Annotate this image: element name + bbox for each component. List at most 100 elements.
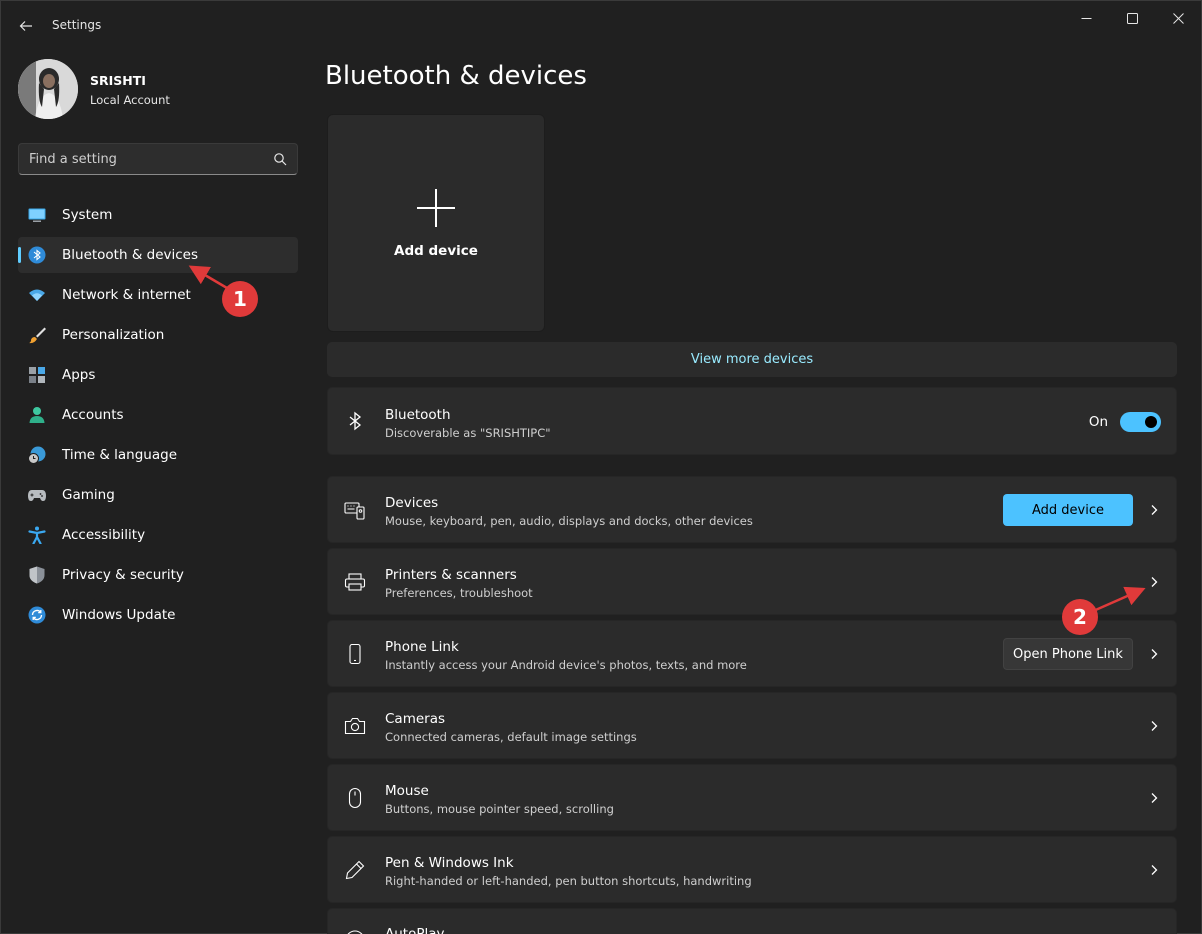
bluetooth-title: Bluetooth — [385, 407, 451, 423]
shield-icon — [29, 566, 45, 584]
search-icon[interactable] — [273, 152, 287, 166]
chevron-right-icon — [1151, 505, 1158, 515]
close-icon — [1172, 12, 1184, 24]
mouse-row[interactable]: Mouse Buttons, mouse pointer speed, scro… — [327, 764, 1177, 831]
avatar[interactable] — [18, 59, 78, 119]
sidebar-item-label: Windows Update — [62, 607, 176, 623]
autoplay-icon — [347, 930, 363, 934]
search-box[interactable] — [18, 143, 298, 175]
cameras-subtitle: Connected cameras, default image setting… — [385, 730, 637, 744]
title-bar: Settings — [1, 1, 1201, 49]
sidebar-item-label: Accessibility — [62, 527, 146, 543]
page-title: Bluetooth & devices — [325, 61, 587, 91]
accessibility-icon — [28, 526, 46, 544]
add-device-tile-label: Add device — [394, 243, 478, 259]
user-profile[interactable]: SRISHTI Local Account — [18, 59, 298, 119]
mouse-icon — [348, 787, 362, 809]
sidebar-item-time-language[interactable]: Time & language — [18, 437, 298, 473]
chevron-right-icon[interactable] — [1148, 576, 1160, 588]
devices-row[interactable]: Devices Mouse, keyboard, pen, audio, dis… — [327, 476, 1177, 543]
sidebar-item-gaming[interactable]: Gaming — [18, 477, 298, 513]
plus-icon — [417, 189, 455, 227]
annotation-badge-2: 2 — [1062, 599, 1098, 635]
pen-icon — [345, 860, 365, 880]
profile-name: SRISHTI — [90, 73, 146, 88]
sidebar-item-label: Time & language — [62, 447, 178, 463]
printers-scanners-row[interactable]: Printers & scanners Preferences, trouble… — [327, 548, 1177, 615]
sidebar-item-privacy-security[interactable]: Privacy & security — [18, 557, 298, 593]
sidebar-nav: System Bluetooth & devices Network & int… — [18, 197, 298, 637]
cameras-row[interactable]: Cameras Connected cameras, default image… — [327, 692, 1177, 759]
back-button[interactable] — [11, 11, 41, 41]
sidebar-item-label: Bluetooth & devices — [62, 247, 199, 263]
bluetooth-icon — [28, 246, 46, 264]
update-icon — [28, 606, 46, 624]
pen-title: Pen & Windows Ink — [385, 855, 514, 871]
chevron-right-icon — [1151, 649, 1158, 659]
minimize-icon — [1081, 17, 1091, 19]
close-button[interactable] — [1155, 1, 1201, 35]
printers-subtitle: Preferences, troubleshoot — [385, 586, 533, 600]
search-input[interactable] — [29, 150, 259, 168]
open-phone-link-button[interactable]: Open Phone Link — [1003, 638, 1133, 670]
sidebar-item-accessibility[interactable]: Accessibility — [18, 517, 298, 553]
bluetooth-subtitle: Discoverable as "SRISHTIPC" — [385, 426, 551, 440]
sidebar-item-label: Apps — [62, 367, 96, 383]
sidebar-item-label: Accounts — [62, 407, 124, 423]
sidebar-item-system[interactable]: System — [18, 197, 298, 233]
sidebar-item-windows-update[interactable]: Windows Update — [18, 597, 298, 633]
sidebar-item-label: Privacy & security — [62, 567, 184, 583]
printers-title: Printers & scanners — [385, 567, 517, 583]
devices-title: Devices — [385, 495, 439, 511]
sidebar-item-bluetooth-devices[interactable]: Bluetooth & devices — [18, 237, 298, 273]
settings-window: Settings SRISHTI Local Account Find a se… — [0, 0, 1202, 934]
camera-icon — [344, 717, 366, 735]
autoplay-row[interactable]: AutoPlay — [327, 908, 1177, 934]
view-more-devices-label: View more devices — [690, 352, 814, 367]
monitor-icon — [28, 208, 46, 222]
profile-account-type: Local Account — [90, 93, 170, 107]
maximize-icon — [1126, 12, 1138, 24]
autoplay-title: AutoPlay — [385, 926, 445, 934]
mouse-subtitle: Buttons, mouse pointer speed, scrolling — [385, 802, 614, 816]
brush-icon — [29, 327, 46, 344]
sidebar-item-label: Gaming — [62, 487, 115, 503]
printer-icon — [344, 573, 366, 591]
pen-subtitle: Right-handed or left-handed, pen button … — [385, 874, 752, 888]
bluetooth-icon — [349, 411, 362, 431]
chevron-right-icon — [1151, 793, 1158, 803]
sidebar-item-label: Personalization — [62, 327, 165, 343]
person-icon — [29, 407, 45, 423]
sidebar-item-label: Network & internet — [62, 287, 191, 303]
sidebar-item-apps[interactable]: Apps — [18, 357, 298, 393]
apps-icon — [29, 367, 45, 383]
gamepad-icon — [28, 490, 46, 501]
sidebar-item-personalization[interactable]: Personalization — [18, 317, 298, 353]
phone-link-title: Phone Link — [385, 639, 459, 655]
phone-icon — [349, 643, 361, 665]
wifi-icon — [29, 289, 45, 301]
back-arrow-icon — [19, 21, 32, 31]
chevron-right-icon — [1151, 721, 1158, 731]
phone-link-row[interactable]: Phone Link Instantly access your Android… — [327, 620, 1177, 687]
mouse-title: Mouse — [385, 783, 429, 799]
pen-windows-ink-row[interactable]: Pen & Windows Ink Right-handed or left-h… — [327, 836, 1177, 903]
sidebar-item-accounts[interactable]: Accounts — [18, 397, 298, 433]
annotation-badge-1: 1 — [222, 281, 258, 317]
bluetooth-state-label: On — [1088, 414, 1108, 430]
avatar-photo-icon — [18, 59, 78, 119]
add-device-tile[interactable]: Add device — [327, 114, 545, 332]
bluetooth-toggle[interactable] — [1120, 412, 1161, 432]
minimize-button[interactable] — [1063, 1, 1109, 35]
cameras-title: Cameras — [385, 711, 446, 727]
maximize-button[interactable] — [1109, 1, 1155, 35]
globe-clock-icon — [28, 446, 46, 464]
bluetooth-card: Bluetooth Discoverable as "SRISHTIPC" On — [327, 387, 1177, 455]
keyboard-device-icon — [344, 502, 365, 520]
devices-subtitle: Mouse, keyboard, pen, audio, displays an… — [385, 514, 753, 528]
phone-link-subtitle: Instantly access your Android device's p… — [385, 658, 747, 672]
window-title: Settings — [52, 18, 102, 32]
view-more-devices-link[interactable]: View more devices — [327, 342, 1177, 377]
add-device-button[interactable]: Add device — [1003, 494, 1133, 526]
sidebar-item-label: System — [62, 207, 113, 223]
